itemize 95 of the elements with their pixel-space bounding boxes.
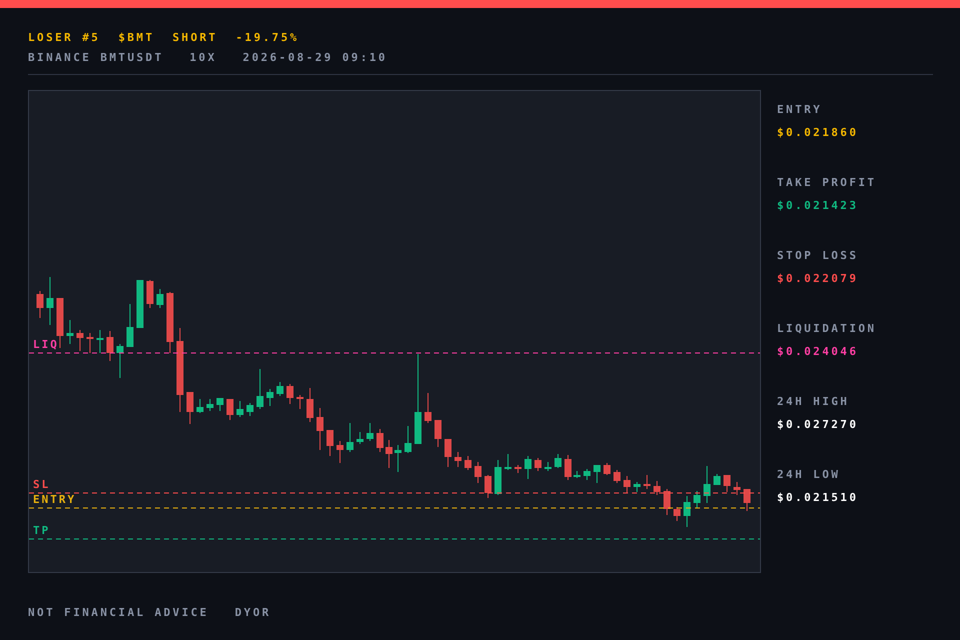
candle xyxy=(106,330,114,362)
candle xyxy=(514,464,522,474)
candle xyxy=(624,476,630,494)
candle xyxy=(256,368,264,410)
candle xyxy=(356,432,364,444)
candle xyxy=(166,292,174,354)
title-text: SHORT xyxy=(172,30,218,46)
candle xyxy=(266,388,274,406)
candle xyxy=(684,496,690,528)
candle xyxy=(286,384,294,404)
candle xyxy=(66,320,74,344)
stat-value: $0.021423 xyxy=(777,198,860,214)
candle xyxy=(454,452,462,468)
candle xyxy=(56,298,64,348)
candle xyxy=(404,426,412,454)
subtitle-text: 10X xyxy=(190,50,217,66)
candle xyxy=(276,382,284,396)
candle xyxy=(604,462,610,476)
candle xyxy=(326,430,334,456)
candle xyxy=(376,428,384,452)
candle xyxy=(664,488,670,516)
candle xyxy=(136,280,144,328)
candle xyxy=(724,474,730,492)
candle xyxy=(316,408,324,450)
candle xyxy=(394,444,402,472)
candle xyxy=(46,276,54,326)
level-label: LIQ xyxy=(33,338,59,351)
candle xyxy=(574,470,580,478)
candle xyxy=(504,454,512,470)
candle xyxy=(644,474,650,490)
candle xyxy=(346,422,354,452)
stat-value: $0.021510 xyxy=(777,490,860,506)
candle xyxy=(206,398,214,412)
candle xyxy=(246,402,254,416)
candle xyxy=(444,438,452,468)
candle xyxy=(594,464,600,484)
candle xyxy=(186,392,194,424)
candle xyxy=(96,330,104,354)
candle xyxy=(216,398,224,412)
candle xyxy=(464,456,472,470)
candle xyxy=(564,454,572,480)
candle xyxy=(116,344,124,378)
candle xyxy=(306,388,314,422)
subtitle-text: 2026-08-29 09:10 xyxy=(242,50,388,66)
candle xyxy=(36,290,44,318)
candle xyxy=(386,440,392,468)
candle xyxy=(474,462,482,484)
title-text: LOSER #5 xyxy=(28,30,100,46)
candle xyxy=(226,398,234,420)
candle xyxy=(484,474,492,498)
candle xyxy=(434,420,442,448)
candle xyxy=(524,456,532,480)
stat-value: $0.022079 xyxy=(777,270,860,286)
candle xyxy=(236,400,244,418)
level-label: SL xyxy=(33,478,50,491)
candle xyxy=(544,462,552,472)
candle xyxy=(704,466,710,504)
stat-label: TAKE PROFIT xyxy=(777,175,876,191)
title-text: $BMT xyxy=(118,30,155,46)
stat-label: LIQUIDATION xyxy=(777,321,876,337)
level-label: ENTRY xyxy=(33,493,76,506)
candle xyxy=(366,422,374,442)
candle xyxy=(76,330,84,352)
candle xyxy=(494,460,502,496)
candle xyxy=(674,506,680,522)
candle xyxy=(156,288,164,308)
stat-label: 24H HIGH xyxy=(777,394,850,410)
candle xyxy=(614,470,620,484)
candle xyxy=(554,454,562,468)
candle xyxy=(296,394,304,410)
stat-value: $0.024046 xyxy=(777,344,860,360)
candle xyxy=(744,488,750,512)
disclaimer-text: NOT FINANCIAL ADVICE xyxy=(28,605,209,621)
candle xyxy=(196,398,204,414)
level-label: TP xyxy=(33,524,50,537)
candle xyxy=(654,480,660,496)
candle xyxy=(634,482,640,492)
candle xyxy=(714,474,720,486)
stat-label: 24H LOW xyxy=(777,467,842,483)
candle xyxy=(734,482,740,496)
candle xyxy=(584,468,590,480)
candle xyxy=(86,332,94,354)
candle xyxy=(694,490,700,508)
title-text: -19.75% xyxy=(236,30,300,46)
candle xyxy=(424,392,432,424)
disclaimer-text: DYOR xyxy=(234,605,272,621)
candle xyxy=(146,280,154,308)
candle xyxy=(336,440,344,464)
subtitle-text: BINANCE BMTUSDT xyxy=(28,50,164,66)
candle xyxy=(534,458,542,472)
stat-value: $0.027270 xyxy=(777,416,860,432)
stat-label: STOP LOSS xyxy=(777,248,860,264)
stat-label: ENTRY xyxy=(777,102,824,118)
stat-value: $0.021860 xyxy=(777,124,860,140)
candle xyxy=(126,304,134,348)
